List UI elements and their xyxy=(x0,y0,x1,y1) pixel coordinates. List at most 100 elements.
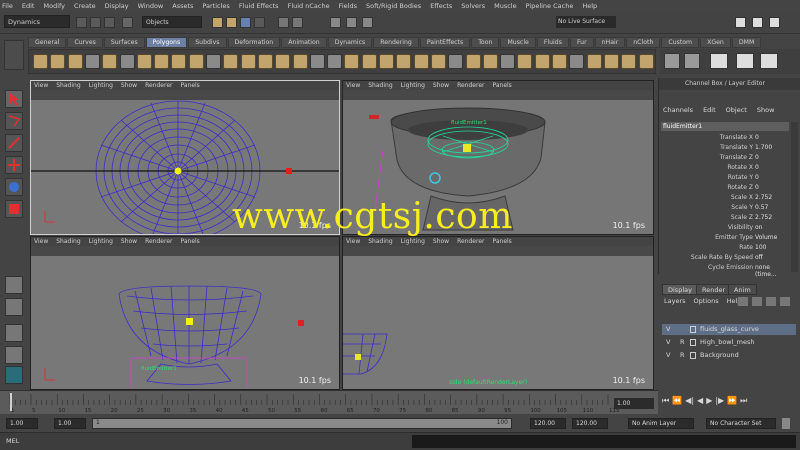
vp-menu-show[interactable]: Show xyxy=(121,238,137,245)
current-time-indicator[interactable] xyxy=(10,393,12,411)
scale-tool-icon[interactable] xyxy=(5,200,23,218)
shelf-tab-surfaces[interactable]: Surfaces xyxy=(103,37,145,48)
shelf-tool-icon[interactable] xyxy=(50,54,66,69)
step-back-key-icon[interactable]: ⏪ xyxy=(672,396,682,410)
input-ops-icon[interactable] xyxy=(292,17,303,28)
range-handle-end[interactable]: 100 xyxy=(497,419,508,426)
hypershade-icon[interactable] xyxy=(5,366,23,384)
dp-icon[interactable] xyxy=(760,53,778,69)
shelf-tool-icon[interactable] xyxy=(292,54,308,69)
menu-item-9[interactable]: Fluid nCache xyxy=(288,2,330,10)
vp-menu-renderer[interactable]: Renderer xyxy=(457,238,484,245)
menu-item-11[interactable]: Soft/Rigid Bodies xyxy=(366,2,421,10)
menu-item-13[interactable]: Solvers xyxy=(461,2,485,10)
layer-color-icon[interactable] xyxy=(690,326,696,333)
shelf-tool-icon[interactable] xyxy=(500,54,516,69)
persp-outliner-icon[interactable] xyxy=(5,324,23,342)
channel-attr-value[interactable]: 0 xyxy=(755,164,787,171)
menu-item-5[interactable]: Window xyxy=(138,2,164,10)
go-to-start-icon[interactable]: ⏮ xyxy=(662,396,669,410)
rotate-tool-icon[interactable] xyxy=(5,178,23,196)
shelf-tool-icon[interactable] xyxy=(621,54,637,69)
shelf-tool-icon[interactable] xyxy=(517,54,533,69)
channel-attr-value[interactable]: 0 xyxy=(755,174,787,181)
channel-attr-value[interactable]: Volume xyxy=(755,234,787,241)
vp-menu-shading[interactable]: Shading xyxy=(368,238,392,245)
lasso-tool-icon[interactable] xyxy=(5,112,23,130)
layer-down-icon[interactable] xyxy=(780,297,790,306)
history-node-icon[interactable] xyxy=(684,53,700,69)
shelf-tool-icon[interactable] xyxy=(344,54,360,69)
channel-attr-value[interactable]: 0.57 xyxy=(755,204,787,211)
shelf-tool-icon[interactable] xyxy=(586,54,602,69)
layer-name[interactable]: fluids_glass_curve xyxy=(700,324,759,335)
vp-menu-panels[interactable]: Panels xyxy=(180,238,199,245)
channel-box-toggle-icon[interactable] xyxy=(769,17,780,28)
shelf-tool-icon[interactable] xyxy=(430,54,446,69)
go-to-end-icon[interactable]: ⏭ xyxy=(740,396,747,410)
snap-grid-icon[interactable] xyxy=(212,17,223,28)
shelf-tool-icon[interactable] xyxy=(240,54,256,69)
live-surface-field[interactable]: No Live Surface xyxy=(556,16,616,28)
range-bar[interactable]: 1 100 xyxy=(92,418,512,429)
vp-menu-shading[interactable]: Shading xyxy=(368,82,392,89)
channel-attr-value[interactable]: 0 xyxy=(755,184,787,191)
ch-menu-object[interactable]: Object xyxy=(726,106,747,114)
play-forwards-icon[interactable]: ▶ xyxy=(706,396,712,410)
layer-tab-render[interactable]: Render xyxy=(696,284,732,295)
current-frame-field[interactable]: 1.00 xyxy=(614,398,654,409)
shelf-tab-xgen[interactable]: XGen xyxy=(700,37,731,48)
layer-menu-options[interactable]: Options xyxy=(694,297,719,305)
shelf-tool-icon[interactable] xyxy=(171,54,187,69)
attribute-editor-icon[interactable] xyxy=(735,17,746,28)
menu-item-14[interactable]: Muscle xyxy=(494,2,517,10)
shelf-tab-rendering[interactable]: Rendering xyxy=(373,37,419,48)
vp-menu-shading[interactable]: Shading xyxy=(56,82,80,89)
channel-attr-value[interactable]: off xyxy=(755,254,787,261)
shelf-menu-button[interactable] xyxy=(4,40,24,70)
channel-attr-value[interactable]: 0 xyxy=(755,134,787,141)
command-input[interactable] xyxy=(28,435,408,448)
vp-menu-view[interactable]: View xyxy=(34,82,48,89)
menu-item-0[interactable]: File xyxy=(2,2,13,10)
channel-attr-row[interactable]: Translate Z0 xyxy=(659,154,787,164)
shelf-tab-curves[interactable]: Curves xyxy=(67,37,103,48)
vp-menu-renderer[interactable]: Renderer xyxy=(145,238,172,245)
open-scene-icon[interactable] xyxy=(90,17,101,28)
step-forward-key-icon[interactable]: ⏩ xyxy=(727,396,737,410)
layer-visibility-toggle[interactable]: V xyxy=(666,350,670,361)
channel-box-object-name[interactable]: fluidEmitter1 xyxy=(661,122,789,131)
channel-attr-row[interactable]: Scale X 2.752 xyxy=(659,194,787,204)
shelf-tool-icon[interactable] xyxy=(465,54,481,69)
shelf-tool-icon[interactable] xyxy=(309,54,325,69)
new-layer-selected-icon[interactable] xyxy=(752,297,762,306)
ch-menu-channels[interactable]: Channels xyxy=(663,106,693,114)
shelf-tool-icon[interactable] xyxy=(603,54,619,69)
vp-menu-view[interactable]: View xyxy=(346,238,360,245)
channel-attr-value[interactable]: 2.752 xyxy=(755,214,787,221)
menu-item-7[interactable]: Particles xyxy=(202,2,229,10)
emitter-handle-front[interactable] xyxy=(186,318,193,325)
emitter-handle-top[interactable] xyxy=(174,167,182,175)
vp-menu-lighting[interactable]: Lighting xyxy=(401,82,425,89)
anim-layer-selector[interactable]: No Anim Layer xyxy=(628,418,694,429)
playback-end-field[interactable]: 120.00 xyxy=(530,418,566,429)
shelf-tool-icon[interactable] xyxy=(275,54,291,69)
viewport-side[interactable]: View Shading Lighting Show Renderer Pane… xyxy=(342,236,654,390)
character-set-selector[interactable]: No Character Set xyxy=(706,418,776,429)
menu-item-15[interactable]: Pipeline Cache xyxy=(526,2,574,10)
select-hierarchy-icon[interactable] xyxy=(122,17,133,28)
shelf-tab-toon[interactable]: Toon xyxy=(471,37,500,48)
shelf-tool-icon[interactable] xyxy=(379,54,394,69)
channel-attr-row[interactable]: Visibility on xyxy=(659,224,787,234)
shelf-tool-icon[interactable] xyxy=(119,54,135,69)
layer-row[interactable]: V R Background xyxy=(662,350,796,361)
channel-attr-row[interactable]: Translate Y 1.700 xyxy=(659,144,787,154)
vp-menu-view[interactable]: View xyxy=(34,238,48,245)
shelf-tab-polygons[interactable]: Polygons xyxy=(145,37,188,48)
channel-attr-row[interactable]: Cycle Emission none (time... xyxy=(659,264,787,278)
shelf-tool-icon[interactable] xyxy=(102,54,118,69)
shelf-tab-dynamics[interactable]: Dynamics xyxy=(327,37,373,48)
channel-attr-value[interactable]: none (time... xyxy=(755,264,787,278)
shelf-tab-nhair[interactable]: nHair xyxy=(594,37,626,48)
